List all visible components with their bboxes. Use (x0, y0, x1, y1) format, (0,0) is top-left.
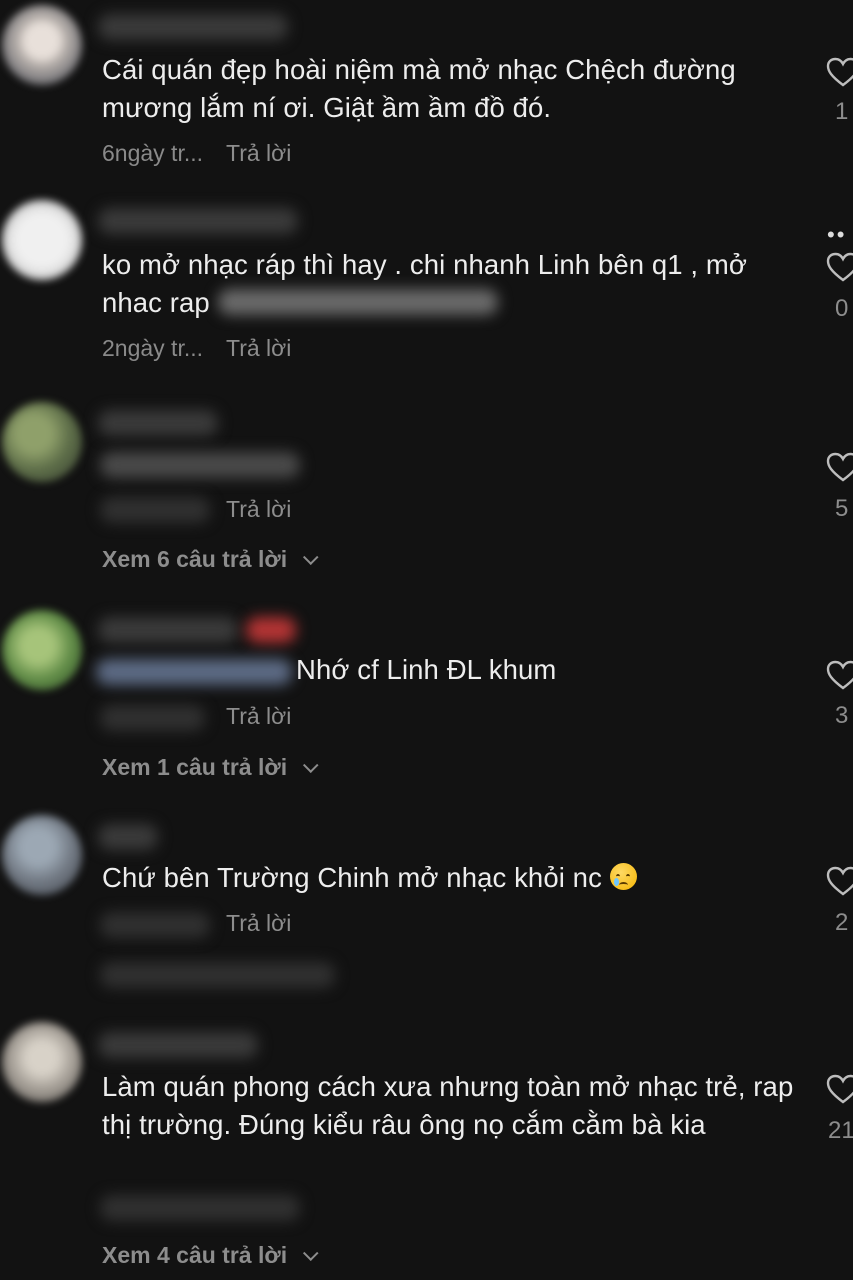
comment-text: Chứ bên Trường Chinh mở nhạc khỏi nc (102, 859, 802, 897)
like-count: 5 (835, 495, 849, 522)
comment-text: Nhớ cf Linh ĐL khum (296, 654, 557, 685)
reply-button[interactable]: Trả lời (226, 703, 291, 730)
avatar[interactable] (2, 815, 82, 895)
avatar[interactable] (2, 1022, 82, 1102)
comments-panel: Cái quán đẹp hoài niệm mà mở nhạc Chệch … (0, 0, 853, 1280)
redacted-timestamp (100, 497, 210, 523)
reply-button[interactable]: Trả lời (226, 496, 291, 523)
redacted-timestamp (100, 705, 205, 731)
comment-timestamp: 6ngày tr... (102, 140, 204, 166)
view-replies-button[interactable]: Xem 4 câu trả lời (102, 1242, 319, 1269)
redacted-text (218, 289, 498, 315)
reply-button[interactable]: Trả lời (226, 140, 291, 167)
username-blurred[interactable] (98, 1032, 258, 1058)
like-count: 3 (835, 702, 849, 729)
view-replies-label: Xem 1 câu trả lời (102, 754, 288, 780)
heart-outline-icon[interactable] (826, 252, 853, 282)
more-dots-icon[interactable]: •• (827, 222, 846, 248)
view-replies-button[interactable]: Xem 1 câu trả lời (102, 754, 319, 781)
avatar[interactable] (2, 5, 82, 85)
heart-outline-icon[interactable] (826, 1074, 853, 1104)
username-blurred[interactable] (98, 617, 238, 643)
reply-button[interactable]: Trả lời (226, 910, 291, 937)
reply-button[interactable]: Trả lời (226, 335, 291, 362)
redacted-mention (96, 659, 292, 685)
comment-text: Cái quán đẹp hoài niệm mà mở nhạc Chệch … (102, 54, 736, 123)
view-replies-label: Xem 4 câu trả lời (102, 1242, 288, 1268)
comment-timestamp: 2ngày tr... (102, 335, 204, 361)
view-replies-button[interactable]: Xem 6 câu trả lời (102, 546, 319, 573)
redacted-timestamp (100, 912, 210, 938)
chevron-down-icon (303, 549, 319, 566)
username-blurred[interactable] (98, 824, 158, 850)
comment-text-content: Chứ bên Trường Chinh mở nhạc khỏi nc (102, 862, 602, 893)
redacted-view-replies (100, 962, 335, 988)
crying-face-emoji (609, 863, 637, 890)
redacted-emoji (246, 617, 296, 643)
view-replies-label: Xem 6 câu trả lời (102, 546, 288, 572)
comment-text: Làm quán phong cách xưa nhưng toàn mở nh… (102, 1071, 794, 1140)
avatar[interactable] (2, 610, 82, 690)
avatar[interactable] (2, 200, 82, 280)
username-blurred[interactable] (98, 208, 298, 234)
chevron-down-icon (303, 1245, 319, 1262)
like-count: 1 (835, 98, 849, 125)
like-count: 21 (828, 1117, 853, 1144)
redacted-text (100, 452, 300, 478)
username-blurred[interactable] (98, 410, 218, 436)
avatar[interactable] (2, 402, 82, 482)
heart-outline-icon[interactable] (826, 452, 853, 482)
username-blurred[interactable] (98, 14, 288, 40)
redacted-timestamp (100, 1195, 300, 1221)
like-count: 2 (835, 909, 849, 936)
heart-outline-icon[interactable] (826, 866, 853, 896)
chevron-down-icon (303, 757, 319, 774)
heart-outline-icon[interactable] (826, 57, 853, 87)
like-count: 0 (835, 295, 849, 322)
heart-outline-icon[interactable] (826, 660, 853, 690)
